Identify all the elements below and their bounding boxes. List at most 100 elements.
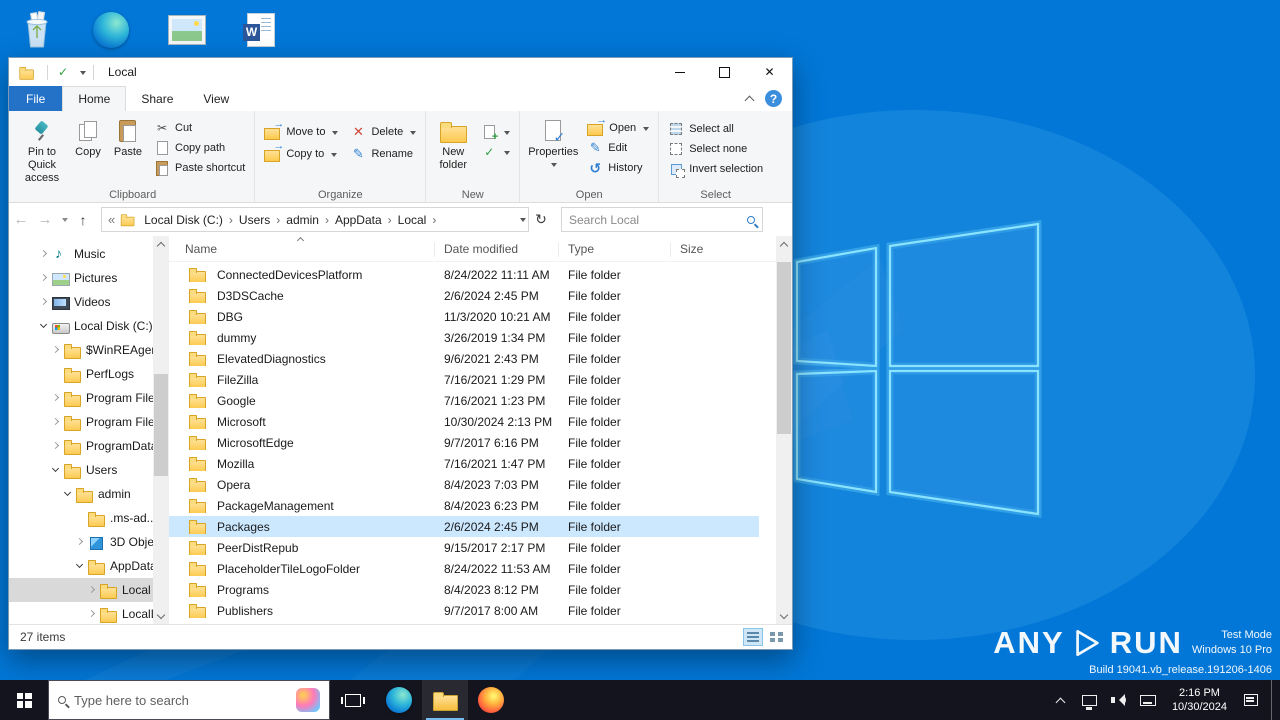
tab-view[interactable]: View xyxy=(188,86,244,111)
new-item-button[interactable] xyxy=(477,122,514,143)
scrollbar-thumb[interactable] xyxy=(154,374,168,476)
breadcrumb-segment[interactable]: Users xyxy=(236,213,273,227)
hidden-icons-button[interactable] xyxy=(1052,680,1070,720)
history-button[interactable]: History xyxy=(583,158,653,178)
invert-selection-button[interactable]: Invert selection xyxy=(664,159,767,179)
select-all-button[interactable]: Select all xyxy=(664,119,767,139)
taskbar-search-input[interactable] xyxy=(74,692,288,708)
view-details-button[interactable] xyxy=(743,628,763,646)
edit-button[interactable]: Edit xyxy=(583,138,653,158)
close-button[interactable] xyxy=(747,58,792,86)
file-row[interactable]: Publishers 9/7/2017 8:00 AM File folder xyxy=(169,600,759,621)
tree-item[interactable]: Music xyxy=(9,242,169,266)
tree-expander-icon[interactable] xyxy=(63,489,74,500)
tab-share[interactable]: Share xyxy=(126,86,188,111)
breadcrumb-segment[interactable]: Local Disk (C:) xyxy=(141,213,226,227)
file-row[interactable]: ElevatedDiagnostics 9/6/2021 2:43 PM Fil… xyxy=(169,348,759,369)
action-center-button[interactable] xyxy=(1242,680,1260,720)
tree-expander-icon[interactable] xyxy=(39,321,50,332)
open-button[interactable]: Open xyxy=(583,114,653,138)
taskbar-edge-button[interactable] xyxy=(376,680,422,720)
tab-file[interactable]: File xyxy=(9,86,63,111)
desktop-icon-recycle-bin[interactable] xyxy=(14,6,60,54)
file-row[interactable]: Opera 8/4/2023 7:03 PM File folder xyxy=(169,474,759,495)
tree-item[interactable]: Local Disk (C:) xyxy=(9,314,169,338)
tree-item[interactable]: admin xyxy=(9,482,169,506)
collapse-ribbon-chevron-icon[interactable] xyxy=(744,95,755,105)
copy-to-button[interactable]: Copy to xyxy=(260,140,342,164)
tree-expander-icon[interactable] xyxy=(87,609,98,620)
volume-tray-button[interactable] xyxy=(1110,680,1128,720)
file-row[interactable]: ConnectedDevicesPlatform 8/24/2022 11:11… xyxy=(169,264,759,285)
tree-expander-icon[interactable] xyxy=(75,513,86,524)
tree-expander-icon[interactable] xyxy=(51,417,62,428)
touch-keyboard-button[interactable] xyxy=(1139,680,1157,720)
address-dropdown-chevron-icon[interactable] xyxy=(520,218,526,225)
customize-toolbar-chevron-icon[interactable] xyxy=(80,70,86,78)
tree-item[interactable]: Videos xyxy=(9,290,169,314)
chevron-right-icon[interactable] xyxy=(322,213,332,227)
paste-shortcut-button[interactable]: Paste shortcut xyxy=(150,158,249,178)
tree-item[interactable]: AppData xyxy=(9,554,169,578)
chevron-right-icon[interactable] xyxy=(273,213,283,227)
taskbar-firefox-button[interactable] xyxy=(468,680,514,720)
file-row[interactable]: FileZilla 7/16/2021 1:29 PM File folder xyxy=(169,369,759,390)
forward-button[interactable]: → xyxy=(33,211,57,228)
tree-expander-icon[interactable] xyxy=(51,465,62,476)
tree-item[interactable]: Program Files... xyxy=(9,410,169,434)
tree-item[interactable]: Users xyxy=(9,458,169,482)
recent-locations-chevron-icon[interactable] xyxy=(57,214,71,225)
tree-item[interactable]: .ms-ad... xyxy=(9,506,169,530)
scrollbar-thumb[interactable] xyxy=(777,262,791,434)
task-view-button[interactable] xyxy=(330,680,376,720)
chevron-right-icon[interactable] xyxy=(385,213,395,227)
tree-expander-icon[interactable] xyxy=(39,249,50,260)
tab-home[interactable]: Home xyxy=(62,86,127,111)
easy-access-button[interactable] xyxy=(477,142,514,162)
tree-item[interactable]: PerfLogs xyxy=(9,362,169,386)
show-desktop-button[interactable] xyxy=(1271,680,1276,720)
desktop-icon-edge[interactable] xyxy=(88,6,134,54)
desktop-icon-photos[interactable] xyxy=(164,6,210,54)
tree-item[interactable]: ProgramData... xyxy=(9,434,169,458)
file-list-scrollbar[interactable] xyxy=(776,236,792,624)
tree-scrollbar[interactable] xyxy=(153,236,169,624)
file-row[interactable]: MicrosoftEdge 9/7/2017 6:16 PM File fold… xyxy=(169,432,759,453)
file-row[interactable]: PackageManagement 8/4/2023 6:23 PM File … xyxy=(169,495,759,516)
file-row[interactable]: Programs 8/4/2023 8:12 PM File folder xyxy=(169,579,759,600)
file-row[interactable]: PeerDistRepub 9/15/2017 2:17 PM File fol… xyxy=(169,537,759,558)
delete-button[interactable]: Delete xyxy=(346,122,420,142)
address-bar[interactable]: Local Disk (C:) Users admin AppD xyxy=(101,207,529,232)
taskbar-clock[interactable]: 2:16 PM 10/30/2024 xyxy=(1168,686,1231,714)
tree-expander-icon[interactable] xyxy=(39,273,50,284)
tree-expander-icon[interactable] xyxy=(87,585,98,596)
file-row[interactable]: Google 7/16/2021 1:23 PM File folder xyxy=(169,390,759,411)
taskbar-file-explorer-button[interactable] xyxy=(422,680,468,720)
file-row[interactable]: D3DSCache 2/6/2024 2:45 PM File folder xyxy=(169,285,759,306)
tree-item[interactable]: Local xyxy=(9,578,169,602)
file-row[interactable]: Mozilla 7/16/2021 1:47 PM File folder xyxy=(169,453,759,474)
maximize-button[interactable] xyxy=(702,58,747,86)
view-thumbnails-button[interactable] xyxy=(766,628,786,646)
tree-item[interactable]: LocalLow... xyxy=(9,602,169,624)
chevron-right-icon[interactable] xyxy=(226,213,236,227)
column-header-size[interactable]: Size xyxy=(671,242,739,257)
scroll-up-button[interactable] xyxy=(153,236,169,252)
select-none-button[interactable]: Select none xyxy=(664,139,767,159)
search-icon[interactable] xyxy=(747,215,755,224)
back-button[interactable]: ← xyxy=(9,211,33,228)
chevron-right-icon[interactable] xyxy=(429,213,439,227)
tree-expander-icon[interactable] xyxy=(75,537,86,548)
quick-access-properties-icon[interactable] xyxy=(55,65,71,80)
new-folder-button[interactable]: New folder xyxy=(431,114,475,172)
scroll-down-button[interactable] xyxy=(153,608,169,624)
breadcrumb-segment[interactable]: Local xyxy=(395,213,430,227)
scroll-up-button[interactable] xyxy=(776,236,792,252)
tree-expander-icon[interactable] xyxy=(51,441,62,452)
breadcrumb-overflow-icon[interactable] xyxy=(104,212,119,227)
search-highlights-icon[interactable] xyxy=(296,688,320,712)
explorer-search-input[interactable] xyxy=(569,212,741,227)
tree-expander-icon[interactable] xyxy=(51,345,62,356)
column-header-name[interactable]: Name xyxy=(169,242,435,257)
file-row[interactable]: PlaceholderTileLogoFolder 8/24/2022 11:5… xyxy=(169,558,759,579)
